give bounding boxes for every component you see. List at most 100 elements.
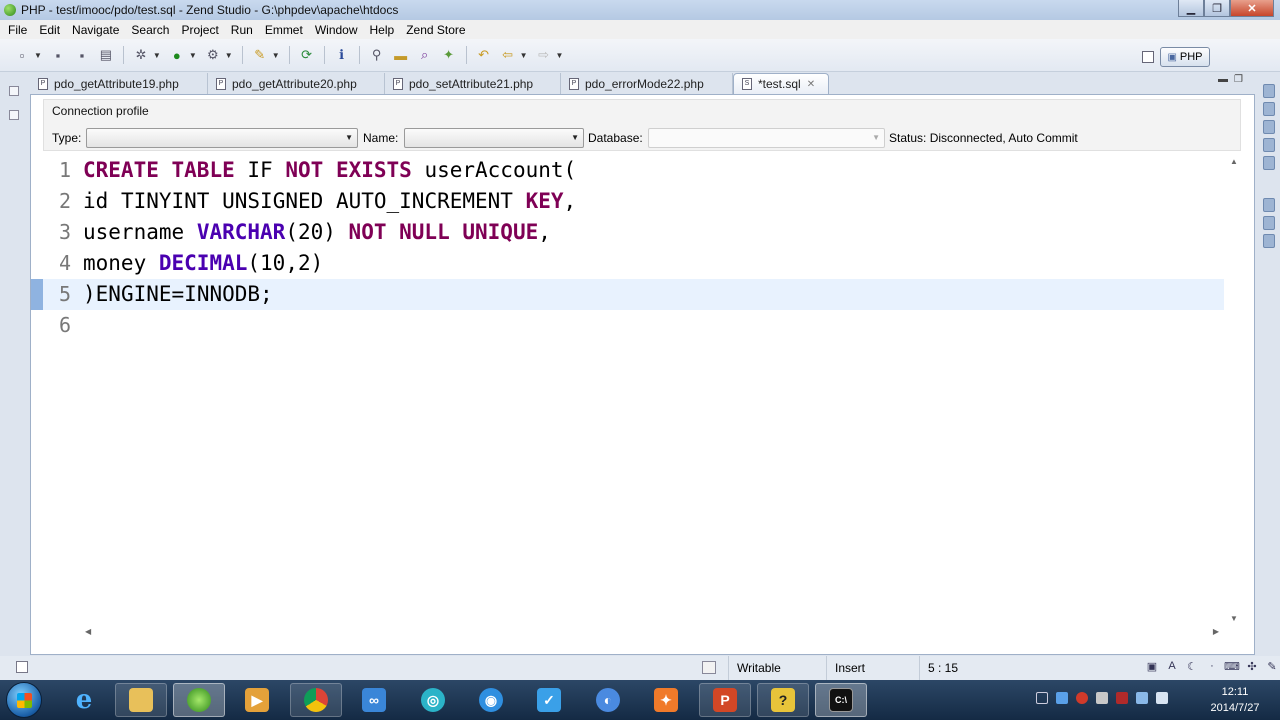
ime-symbol-icon[interactable]: ✣	[1244, 660, 1260, 673]
maximize-button[interactable]: ❐	[1204, 0, 1230, 17]
taskbar-video-app[interactable]: ◉	[465, 683, 517, 717]
tray-volume-icon[interactable]	[1156, 692, 1168, 704]
tray-window-icon[interactable]	[1036, 692, 1048, 704]
taskbar-browser-orange[interactable]: ✦	[640, 683, 692, 717]
database-select[interactable]: ▼	[648, 128, 885, 148]
scroll-up-icon[interactable]: ▲	[1230, 157, 1238, 166]
restore-bottom-icon[interactable]	[1263, 198, 1275, 212]
problems-view-icon[interactable]	[1263, 216, 1275, 230]
open-perspective-icon[interactable]	[1142, 51, 1154, 63]
settings-icon[interactable]	[1263, 234, 1275, 248]
run-icon[interactable]: ●	[168, 46, 186, 64]
last-edit-icon[interactable]: ↶	[475, 46, 493, 64]
menu-emmet[interactable]: Emmet	[259, 23, 309, 37]
menu-zend-store[interactable]: Zend Store	[400, 23, 471, 37]
annotation-icon[interactable]: ✦	[440, 46, 458, 64]
name-select[interactable]: ▼	[404, 128, 584, 148]
ime-keyboard-icon[interactable]: ⌨	[1224, 660, 1240, 673]
debug-icon[interactable]: ✲	[132, 46, 150, 64]
taskbar-chrome[interactable]	[290, 683, 342, 717]
taskbar-file-explorer[interactable]	[115, 683, 167, 717]
info-icon[interactable]: ℹ	[333, 46, 351, 64]
minimize-button[interactable]: ▁	[1178, 0, 1204, 17]
restore-right-icon[interactable]	[1263, 84, 1275, 98]
outline-view-icon[interactable]	[1263, 120, 1275, 134]
tray-network-icon[interactable]	[1136, 692, 1148, 704]
taskbar-browser-360[interactable]: ◎	[407, 683, 459, 717]
taskbar-media-player[interactable]: ▶	[231, 683, 283, 717]
ime-tools-icon[interactable]: ✎	[1264, 660, 1280, 673]
folder-icon[interactable]: ▬	[392, 46, 410, 64]
taskbar-command-prompt[interactable]: C:\	[815, 683, 867, 717]
close-tab-icon[interactable]: ✕	[807, 79, 815, 90]
menu-project[interactable]: Project	[175, 23, 224, 37]
type-hierarchy-icon[interactable]	[1263, 156, 1275, 170]
code-editor[interactable]: 1 2 3 4 5 6 CREATE TABLE IF NOT EXISTS u…	[31, 155, 1224, 625]
php-explorer-icon[interactable]	[1263, 102, 1275, 116]
tab-pdo-errormode22[interactable]: P pdo_errorMode22.php	[561, 73, 733, 94]
menu-edit[interactable]: Edit	[33, 23, 66, 37]
back-icon[interactable]: ⇦	[499, 46, 517, 64]
new-icon[interactable]: ▫	[13, 46, 31, 64]
scroll-down-icon[interactable]: ▼	[1230, 614, 1238, 623]
close-button[interactable]: ✕	[1230, 0, 1274, 17]
tab-pdo-getattribute20[interactable]: P pdo_getAttribute20.php	[208, 73, 385, 94]
ime-letter-icon[interactable]: A	[1164, 660, 1180, 673]
tab-pdo-getattribute19[interactable]: P pdo_getAttribute19.php	[30, 73, 208, 94]
external-tools-dropdown-icon[interactable]: ▼	[225, 51, 233, 60]
fast-view-icon[interactable]	[16, 661, 28, 673]
restore-icon[interactable]	[9, 86, 19, 96]
menu-search[interactable]: Search	[125, 23, 175, 37]
external-tools-icon[interactable]: ⚙	[204, 46, 222, 64]
taskbar-clock[interactable]: 12:11 2014/7/27	[1200, 684, 1270, 716]
ime-mode-icon[interactable]: ▣	[1144, 660, 1160, 673]
forward-dropdown-icon[interactable]: ▼	[556, 51, 564, 60]
menu-navigate[interactable]: Navigate	[66, 23, 125, 37]
refresh-icon[interactable]: ⟳	[298, 46, 316, 64]
minimize-editor-icon[interactable]: ▬	[1218, 74, 1234, 85]
taskbar-qq-browser[interactable]: ◐	[582, 683, 634, 717]
run-dropdown-icon[interactable]: ▼	[189, 51, 197, 60]
save-all-icon[interactable]: ▪	[73, 46, 91, 64]
type-select[interactable]: ▼	[86, 128, 358, 148]
open-type-icon[interactable]: ✎	[251, 46, 269, 64]
search-icon[interactable]: ⌕	[416, 46, 434, 64]
menu-help[interactable]: Help	[364, 23, 401, 37]
php-perspective-button[interactable]: ▣ PHP	[1160, 47, 1210, 67]
taskbar-powerpoint[interactable]: P	[699, 683, 751, 717]
scroll-left-icon[interactable]: ◀	[85, 627, 91, 636]
print-icon[interactable]: ▤	[97, 46, 115, 64]
menu-run[interactable]: Run	[225, 23, 259, 37]
maximize-editor-icon[interactable]: ❐	[1234, 74, 1249, 85]
php-perspective-icon: ▣	[1167, 51, 1177, 63]
taskbar-messenger[interactable]: ✓	[523, 683, 575, 717]
ime-punct-icon[interactable]: ·	[1204, 660, 1220, 673]
taskbar-help-app[interactable]: ?	[757, 683, 809, 717]
menu-window[interactable]: Window	[309, 23, 364, 37]
scroll-right-icon[interactable]: ▶	[1213, 627, 1219, 636]
tray-shield-icon[interactable]	[1056, 692, 1068, 704]
start-button[interactable]	[6, 682, 42, 718]
tab-pdo-setattribute21[interactable]: P pdo_setAttribute21.php	[385, 73, 561, 94]
tray-antivirus-icon[interactable]	[1096, 692, 1108, 704]
back-dropdown-icon[interactable]: ▼	[520, 51, 528, 60]
ime-moon-icon[interactable]: ☾	[1184, 660, 1200, 673]
forward-icon[interactable]: ⇨	[535, 46, 553, 64]
internet-explorer-icon: e	[75, 685, 93, 715]
debug-dropdown-icon[interactable]: ▼	[153, 51, 161, 60]
menu-file[interactable]: File	[2, 23, 33, 37]
tray-record-icon[interactable]	[1076, 692, 1088, 704]
task-list-icon[interactable]	[1263, 138, 1275, 152]
open-type-dropdown-icon[interactable]: ▼	[272, 51, 280, 60]
outline-icon[interactable]	[9, 110, 19, 120]
horizontal-scrollbar[interactable]: ◀ ▶	[81, 626, 1221, 640]
tray-ime-icon[interactable]	[1116, 692, 1128, 704]
new-dropdown-icon[interactable]: ▼	[34, 51, 42, 60]
taskbar-zend-studio[interactable]	[173, 683, 225, 717]
vertical-scrollbar[interactable]: ▲ ▼	[1227, 155, 1241, 625]
taskbar-network-tool[interactable]: ∞	[348, 683, 400, 717]
taskbar-internet-explorer[interactable]: e	[58, 683, 110, 717]
tab-test-sql[interactable]: S *test.sql ✕	[733, 73, 829, 94]
pin-icon[interactable]: ⚲	[368, 46, 386, 64]
save-icon[interactable]: ▪	[49, 46, 67, 64]
